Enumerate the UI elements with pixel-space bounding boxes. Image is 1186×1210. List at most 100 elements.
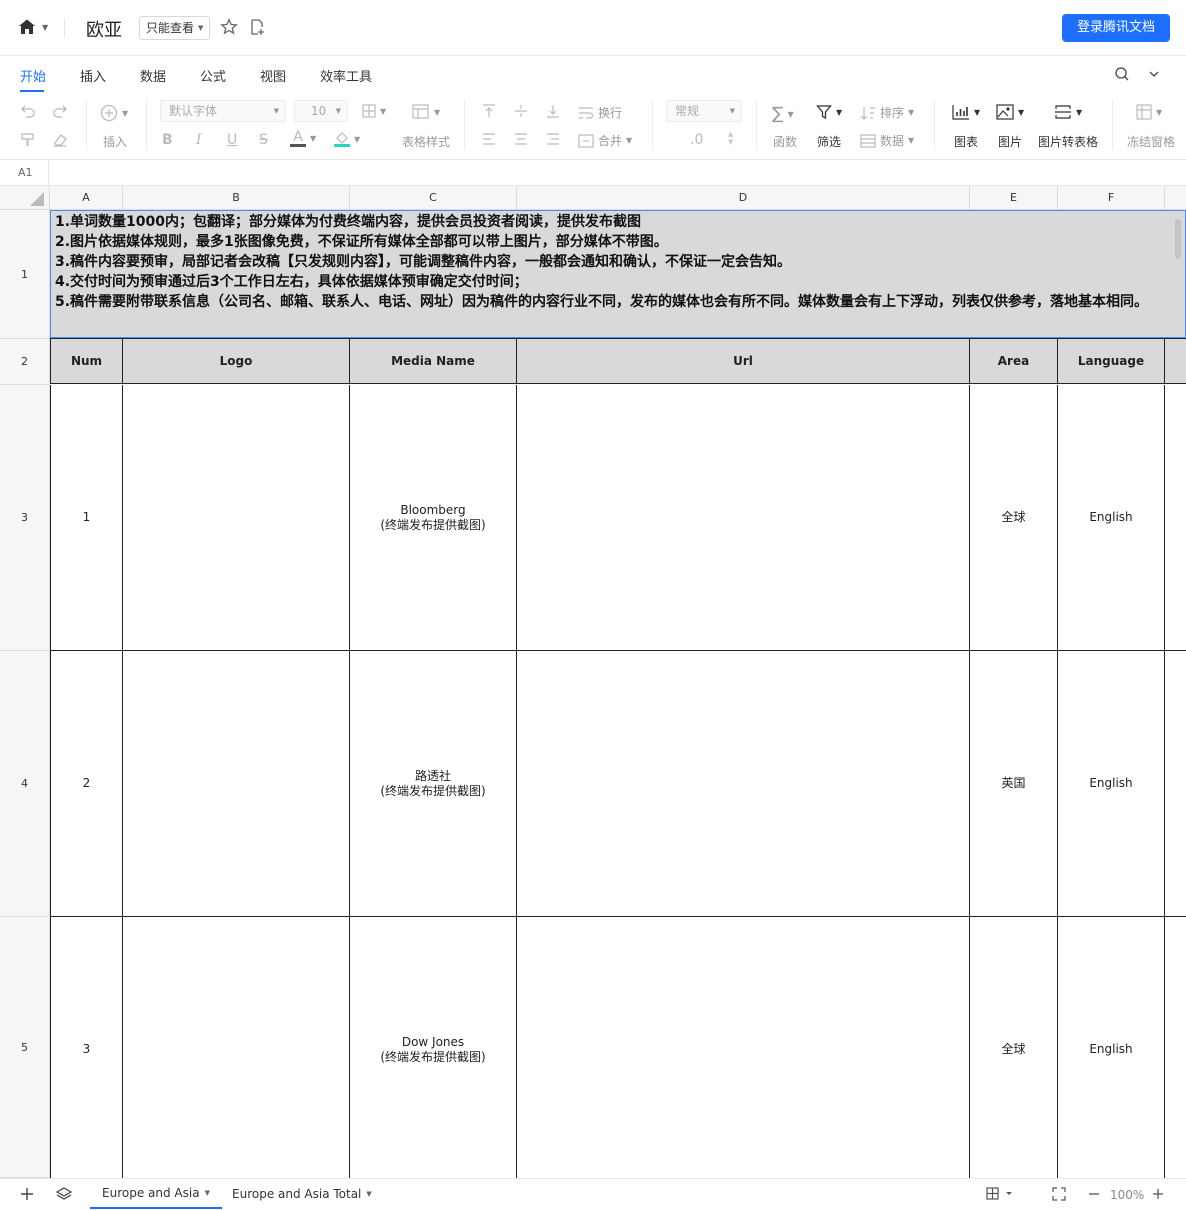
merge-dropdown[interactable]: 合并 ▼: [578, 132, 632, 149]
filter-dropdown[interactable]: ▼: [816, 104, 842, 120]
align-top-icon[interactable]: [482, 104, 496, 118]
search-icon[interactable]: [1114, 66, 1130, 82]
tab-data[interactable]: 数据: [140, 66, 166, 85]
underline-icon[interactable]: U: [227, 132, 237, 148]
column-header-a[interactable]: A: [50, 186, 123, 210]
row-header-5[interactable]: 5: [0, 917, 50, 1178]
zoom-out-icon[interactable]: [1088, 1187, 1100, 1201]
table-style-dropdown[interactable]: ▼: [412, 104, 440, 120]
column-header-f[interactable]: F: [1058, 186, 1165, 210]
header-logo[interactable]: Logo: [123, 338, 350, 384]
column-header-e[interactable]: E: [970, 186, 1058, 210]
row-header-2[interactable]: 2: [0, 339, 50, 385]
cell-scrollbar[interactable]: [1175, 219, 1181, 259]
header-num[interactable]: Num: [50, 338, 123, 384]
font-color-dropdown[interactable]: A ▼: [290, 130, 316, 147]
tab-view[interactable]: 视图: [260, 66, 286, 85]
undo-icon[interactable]: [20, 104, 36, 118]
cell-url[interactable]: [517, 917, 970, 1178]
fullscreen-icon[interactable]: [1052, 1187, 1066, 1201]
align-bottom-icon[interactable]: [546, 104, 560, 118]
eraser-icon[interactable]: [52, 132, 68, 148]
cell-logo[interactable]: [123, 651, 350, 917]
header-language[interactable]: Language: [1058, 338, 1165, 384]
cell-empty[interactable]: [1165, 917, 1186, 1178]
tab-start[interactable]: 开始: [20, 66, 46, 85]
align-right-icon[interactable]: [546, 132, 560, 146]
add-sheet-icon[interactable]: [20, 1187, 34, 1201]
sheet-tab-europe-asia[interactable]: Europe and Asia ▼: [90, 1179, 222, 1209]
cell-reference[interactable]: A1: [18, 166, 33, 179]
cell-area[interactable]: 全球: [970, 385, 1058, 651]
font-family-select[interactable]: 默认字体 ▼: [160, 100, 286, 122]
column-header-c[interactable]: C: [350, 186, 517, 210]
cell-media-name[interactable]: Bloomberg (终端发布提供截图): [350, 385, 517, 651]
cell-num[interactable]: 3: [50, 917, 123, 1178]
select-all-corner[interactable]: [0, 186, 50, 210]
function-dropdown[interactable]: ∑ ▼: [772, 104, 794, 124]
row-header-4[interactable]: 4: [0, 651, 50, 917]
tab-formula[interactable]: 公式: [200, 66, 226, 85]
zoom-in-icon[interactable]: [1152, 1187, 1164, 1201]
cell-media-name[interactable]: Dow Jones (终端发布提供截图): [350, 917, 517, 1178]
border-dropdown[interactable]: ▼: [362, 104, 386, 118]
freeze-dropdown[interactable]: ▼: [1136, 104, 1162, 120]
home-menu[interactable]: ▼: [18, 18, 48, 36]
wrap-text-button[interactable]: 换行: [578, 104, 622, 121]
align-left-icon[interactable]: [482, 132, 496, 146]
image-dropdown[interactable]: ▼: [996, 104, 1024, 120]
view-layout-dropdown[interactable]: [986, 1187, 1014, 1201]
header-empty[interactable]: [1165, 338, 1186, 384]
cell-empty[interactable]: [1165, 385, 1186, 651]
decimal-value[interactable]: .0: [690, 132, 703, 148]
chevron-down-icon[interactable]: [1148, 68, 1160, 80]
format-painter-icon[interactable]: [20, 132, 36, 148]
star-icon[interactable]: [220, 18, 238, 36]
cell-empty[interactable]: [1165, 651, 1186, 917]
cell-logo[interactable]: [123, 917, 350, 1178]
tab-efficiency-tools[interactable]: 效率工具: [320, 66, 372, 85]
tab-insert[interactable]: 插入: [80, 66, 106, 85]
cell-language[interactable]: English: [1058, 917, 1165, 1178]
header-url[interactable]: Url: [517, 338, 970, 384]
cell-logo[interactable]: [123, 385, 350, 651]
header-area[interactable]: Area: [970, 338, 1058, 384]
row-header-3[interactable]: 3: [0, 385, 50, 651]
cell-url[interactable]: [517, 651, 970, 917]
layers-icon[interactable]: [56, 1187, 72, 1201]
cell-url[interactable]: [517, 385, 970, 651]
number-format-select[interactable]: 常规 ▼: [666, 100, 742, 122]
align-center-icon[interactable]: [514, 132, 528, 146]
header-media-name[interactable]: Media Name: [350, 338, 517, 384]
freeze-icon: [1136, 104, 1152, 120]
bold-icon[interactable]: B: [162, 132, 173, 148]
sheet-tab-europe-asia-total[interactable]: Europe and Asia Total ▼: [220, 1179, 384, 1209]
sort-dropdown[interactable]: 排序 ▼: [860, 104, 914, 121]
cell-area[interactable]: 全球: [970, 917, 1058, 1178]
login-button[interactable]: 登录腾讯文档: [1062, 14, 1170, 42]
font-size-select[interactable]: 10 ▼: [294, 100, 348, 122]
row-header-1[interactable]: 1: [0, 210, 50, 339]
cell-area[interactable]: 英国: [970, 651, 1058, 917]
notes-cell[interactable]: 1.单词数量1000内；包翻译；部分媒体为付费终端内容，提供会员投资者阅读，提供…: [50, 210, 1186, 338]
strikethrough-icon[interactable]: S: [259, 132, 268, 148]
add-to-folder-icon[interactable]: [248, 18, 266, 36]
data-dropdown[interactable]: 数据 ▼: [860, 132, 914, 149]
decimal-stepper[interactable]: ▲ ▼: [728, 130, 733, 146]
insert-dropdown[interactable]: ▼: [100, 104, 128, 122]
view-mode-dropdown[interactable]: 只能查看 ▼: [139, 16, 211, 40]
cell-num[interactable]: 1: [50, 385, 123, 651]
align-middle-icon[interactable]: [514, 104, 528, 118]
cell-num[interactable]: 2: [50, 651, 123, 917]
fill-color-dropdown[interactable]: ▼: [334, 132, 360, 147]
cell-language[interactable]: English: [1058, 651, 1165, 917]
image-to-table-dropdown[interactable]: ▼: [1054, 104, 1082, 120]
cell-language[interactable]: English: [1058, 385, 1165, 651]
cell-media-name[interactable]: 路透社 (终端发布提供截图): [350, 651, 517, 917]
italic-icon[interactable]: I: [196, 132, 202, 148]
redo-icon[interactable]: [52, 104, 68, 118]
column-header-d[interactable]: D: [517, 186, 970, 210]
column-header-b[interactable]: B: [123, 186, 350, 210]
insert-label: 插入: [103, 135, 128, 149]
chart-dropdown[interactable]: ▼: [952, 104, 980, 120]
